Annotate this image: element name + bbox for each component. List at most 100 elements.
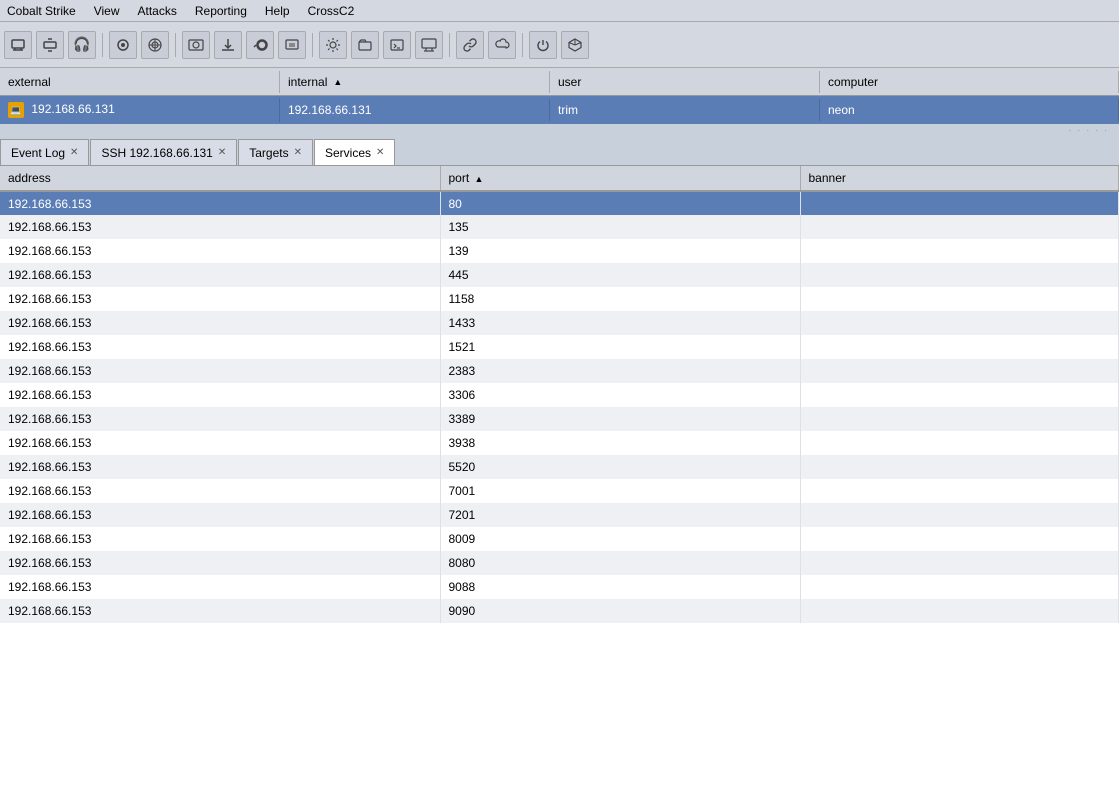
col-header-computer[interactable]: computer	[820, 71, 1119, 93]
menubar: Cobalt Strike View Attacks Reporting Hel…	[0, 0, 1119, 22]
target-icon[interactable]	[141, 31, 169, 59]
disconnect-button[interactable]	[36, 31, 64, 59]
cube-button[interactable]	[561, 31, 589, 59]
cloud-button[interactable]	[488, 31, 516, 59]
table-row[interactable]: 192.168.66.1533306	[0, 383, 1119, 407]
tab-ssh-label: SSH 192.168.66.131	[101, 146, 212, 160]
link-button[interactable]	[456, 31, 484, 59]
file-browser-button[interactable]	[351, 31, 379, 59]
menu-attacks[interactable]: Attacks	[135, 3, 180, 19]
table-row[interactable]: 192.168.66.1537201	[0, 503, 1119, 527]
th-port[interactable]: port ▲	[440, 166, 800, 191]
tab-ssh-close[interactable]: ✕	[218, 148, 226, 158]
cell-address: 192.168.66.153	[0, 479, 440, 503]
table-row[interactable]: 192.168.66.1531158	[0, 287, 1119, 311]
listeners-button[interactable]	[109, 31, 137, 59]
menu-cobalt-strike[interactable]: Cobalt Strike	[4, 3, 79, 19]
screenshot-button[interactable]	[182, 31, 210, 59]
main-content: address port ▲ banner 192.168.66.1538019…	[0, 166, 1119, 790]
menu-crossc2[interactable]: CrossC2	[305, 3, 358, 19]
cell-address: 192.168.66.153	[0, 263, 440, 287]
menu-help[interactable]: Help	[262, 3, 293, 19]
menu-reporting[interactable]: Reporting	[192, 3, 250, 19]
cell-address: 192.168.66.153	[0, 407, 440, 431]
table-row[interactable]: 192.168.66.1538009	[0, 527, 1119, 551]
cell-port: 7001	[440, 479, 800, 503]
table-row[interactable]: 192.168.66.153135	[0, 215, 1119, 239]
tab-services-close[interactable]: ✕	[376, 148, 384, 158]
tab-services[interactable]: Services ✕	[314, 139, 395, 165]
cell-banner	[800, 287, 1119, 311]
table-row[interactable]: 192.168.66.1531433	[0, 311, 1119, 335]
cell-address: 192.168.66.153	[0, 431, 440, 455]
monitor-button[interactable]	[415, 31, 443, 59]
table-row[interactable]: 192.168.66.15380	[0, 191, 1119, 215]
tab-targets[interactable]: Targets ✕	[238, 139, 313, 165]
cell-banner	[800, 263, 1119, 287]
col-header-external[interactable]: external	[0, 71, 280, 93]
power-button[interactable]	[529, 31, 557, 59]
new-connection-button[interactable]	[4, 31, 32, 59]
settings-button[interactable]	[319, 31, 347, 59]
menu-view[interactable]: View	[91, 3, 123, 19]
cell-port: 135	[440, 215, 800, 239]
cell-port: 8080	[440, 551, 800, 575]
session-user[interactable]: trim	[550, 99, 820, 121]
cell-port: 8009	[440, 527, 800, 551]
sessions-header: external internal ▲ user computer	[0, 68, 1119, 96]
table-row[interactable]: 192.168.66.1531521	[0, 335, 1119, 359]
toolbar-separator-1	[102, 33, 103, 57]
cell-address: 192.168.66.153	[0, 599, 440, 623]
keyscan-button[interactable]	[246, 31, 274, 59]
toolbar-separator-4	[449, 33, 450, 57]
services-table: address port ▲ banner 192.168.66.1538019…	[0, 166, 1119, 623]
table-row[interactable]: 192.168.66.1537001	[0, 479, 1119, 503]
cell-banner	[800, 335, 1119, 359]
toolbar-separator-2	[175, 33, 176, 57]
cell-port: 1433	[440, 311, 800, 335]
cell-banner	[800, 527, 1119, 551]
cell-banner	[800, 383, 1119, 407]
session-internal[interactable]: 192.168.66.131	[280, 99, 550, 121]
cell-address: 192.168.66.153	[0, 503, 440, 527]
table-row[interactable]: 192.168.66.153139	[0, 239, 1119, 263]
cell-address: 192.168.66.153	[0, 551, 440, 575]
tab-event-log[interactable]: Event Log ✕	[0, 139, 89, 165]
table-row[interactable]: 192.168.66.1539088	[0, 575, 1119, 599]
cell-address: 192.168.66.153	[0, 455, 440, 479]
session-computer[interactable]: neon	[820, 99, 1119, 121]
cell-port: 445	[440, 263, 800, 287]
screenshot2-button[interactable]	[278, 31, 306, 59]
cell-banner	[800, 311, 1119, 335]
tab-targets-close[interactable]: ✕	[294, 148, 302, 158]
table-row[interactable]: 192.168.66.1533389	[0, 407, 1119, 431]
col-header-user[interactable]: user	[550, 71, 820, 93]
session-beacon-icon: 💻	[8, 102, 24, 118]
script-console-button[interactable]	[383, 31, 411, 59]
table-row[interactable]: 192.168.66.1538080	[0, 551, 1119, 575]
toolbar-separator-5	[522, 33, 523, 57]
table-row[interactable]: 192.168.66.1533938	[0, 431, 1119, 455]
cell-port: 5520	[440, 455, 800, 479]
table-row[interactable]: 192.168.66.1535520	[0, 455, 1119, 479]
th-banner[interactable]: banner	[800, 166, 1119, 191]
cell-port: 139	[440, 239, 800, 263]
tab-bar: Event Log ✕ SSH 192.168.66.131 ✕ Targets…	[0, 136, 1119, 166]
cell-port: 9090	[440, 599, 800, 623]
table-row[interactable]: 192.168.66.153445	[0, 263, 1119, 287]
sessions-body: 💻 192.168.66.131 192.168.66.131 trim neo…	[0, 96, 1119, 124]
table-row[interactable]: 192.168.66.1532383	[0, 359, 1119, 383]
table-header-row: address port ▲ banner	[0, 166, 1119, 191]
table-row[interactable]: 192.168.66.1539090	[0, 599, 1119, 623]
port-sort-arrow: ▲	[475, 174, 484, 184]
tab-ssh[interactable]: SSH 192.168.66.131 ✕	[90, 139, 237, 165]
session-external[interactable]: 💻 192.168.66.131	[0, 98, 280, 122]
cell-banner	[800, 503, 1119, 527]
col-header-internal[interactable]: internal ▲	[280, 71, 550, 93]
tab-event-log-close[interactable]: ✕	[70, 148, 78, 158]
tab-event-log-label: Event Log	[11, 146, 65, 160]
cell-banner	[800, 215, 1119, 239]
download-button[interactable]	[214, 31, 242, 59]
headset-icon[interactable]: 🎧	[68, 31, 96, 59]
th-address[interactable]: address	[0, 166, 440, 191]
